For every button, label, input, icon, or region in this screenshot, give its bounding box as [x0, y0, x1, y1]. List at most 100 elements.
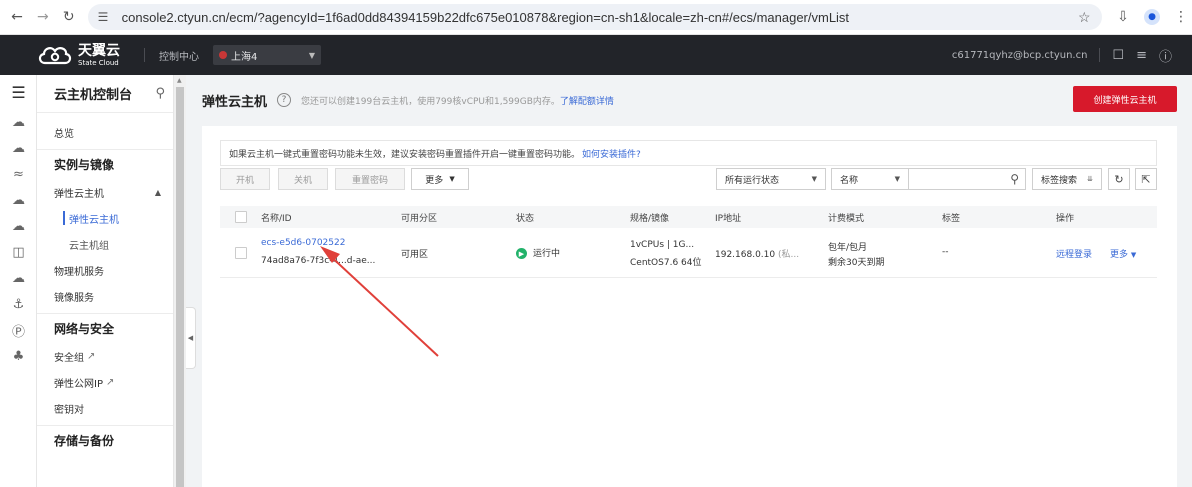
download-icon[interactable]: ⇩ [1112, 6, 1134, 28]
tag-search-button[interactable]: 标签搜索 ⇊ [1032, 168, 1102, 190]
reset-password-button[interactable]: 重置密码 [335, 168, 405, 190]
app-topbar: 天翼云 State Cloud 控制中心 上海4 ▼ c61771qyhz@bc… [0, 35, 1192, 75]
column-header-status: 状态 [516, 213, 535, 224]
region-label: 上海4 [231, 51, 258, 63]
monitor-chart-icon[interactable]: ≈ [0, 161, 37, 187]
cloud-network-icon[interactable]: ☁ [0, 187, 37, 213]
search-field-value: 名称 [840, 175, 859, 186]
logo-text-en: State Cloud [78, 58, 119, 67]
sidebar-item-keypair[interactable]: 密钥对 [37, 395, 173, 421]
sidebar-item-server-group[interactable]: 云主机组 [37, 231, 173, 257]
sidebar-item-bms[interactable]: 物理机服务 [37, 257, 173, 283]
back-icon[interactable]: ← [6, 6, 28, 28]
help-circle-icon[interactable]: ? [277, 93, 292, 107]
cloud-disk-icon[interactable]: ☁ [0, 135, 37, 161]
url-text: console2.ctyun.cn/ecm/?agencyId=1f6ad0dd… [121, 9, 850, 25]
region-location-icon [219, 51, 227, 59]
forward-icon[interactable]: → [32, 6, 54, 28]
instance-ip: 192.168.0.10 (私... [715, 247, 799, 260]
status-filter-select[interactable]: 所有运行状态 ▼ [716, 168, 826, 190]
status-filter-value: 所有运行状态 [725, 175, 780, 186]
sidebar-scrollbar[interactable]: ▲ [174, 75, 186, 487]
bookmark-star-icon[interactable]: ☆ [1078, 9, 1102, 26]
ip-icon[interactable]: Ⓟ [0, 317, 37, 343]
search-icon[interactable]: ⚲ [155, 86, 165, 101]
column-header-spec: 规格/镜像 [630, 213, 670, 224]
site-settings-icon[interactable]: ☰ [98, 10, 116, 24]
divider [144, 48, 145, 62]
install-plugin-link[interactable]: 如何安装插件? [582, 147, 641, 160]
sidebar-item-label: 弹性云主机 [54, 188, 104, 200]
instance-id: 74ad8a76-7f3c-4...d-ae... [261, 256, 376, 266]
export-icon: ⇱ [1141, 172, 1151, 186]
search-icon[interactable]: ⚲ [1010, 172, 1019, 186]
remote-login-link[interactable]: 远程登录 [1056, 247, 1092, 260]
anchor-icon[interactable]: ⚓ [0, 291, 37, 317]
quota-detail-link[interactable]: 了解配额详情 [560, 97, 614, 107]
quota-note-text: 您还可以创建199台云主机，使用799核vCPU和1,599GB内存。 [301, 96, 560, 107]
page-title: 弹性云主机 [202, 94, 268, 110]
cloud-server-icon[interactable]: ☁ [0, 109, 37, 135]
menu-hamburger-icon[interactable]: ☰ [0, 75, 37, 109]
document-icon[interactable]: ◫ [0, 239, 37, 265]
row-more-label: 更多 [1110, 250, 1129, 260]
instance-name-link[interactable]: ecs-e5d6-0702522 [261, 238, 345, 248]
search-input[interactable]: ⚲ [908, 168, 1026, 190]
profile-avatar-icon[interactable]: ● [1144, 9, 1160, 25]
instance-list-panel: 如果云主机一键式重置密码功能未生效，建议安装密码重置插件开启一键重置密码功能。如… [202, 126, 1177, 487]
sidebar-collapse-toggle[interactable]: ◀ [186, 307, 196, 369]
console-center-link[interactable]: 控制中心 [159, 48, 199, 63]
sidebar-group-network: 网络与安全 [37, 313, 173, 343]
cloud-backup-icon[interactable]: ☁ [0, 265, 37, 291]
sidebar-item-ecs-list[interactable]: 弹性云主机 [37, 205, 173, 231]
row-more-actions[interactable]: 更多 ▼ [1110, 247, 1136, 260]
start-button[interactable]: 开机 [220, 168, 270, 190]
sidebar-item-overview[interactable]: 总览 [37, 119, 173, 145]
browser-menu-icon[interactable]: ⋮ [1170, 6, 1192, 28]
running-status-icon: ▶ [516, 248, 527, 259]
double-chevron-down-icon: ⇊ [1087, 175, 1093, 183]
account-name[interactable]: c61771qyhz@bcp.ctyun.cn [952, 50, 1088, 61]
sidebar-item-eip[interactable]: 弹性公网IP ↗ [37, 369, 173, 395]
chevron-down-icon: ▼ [894, 175, 900, 183]
settings-sliders-icon[interactable]: ≡ [1136, 48, 1147, 63]
refresh-button[interactable]: ↻ [1108, 168, 1130, 190]
instance-spec: 1vCPUs | 1G... [630, 240, 695, 250]
browser-toolbar: ← → ↻ ☰ console2.ctyun.cn/ecm/?agencyId=… [0, 0, 1192, 35]
sidebar-item-ecs[interactable]: 弹性云主机 ▲ [37, 179, 173, 205]
export-button[interactable]: ⇱ [1135, 168, 1157, 190]
create-ecs-button[interactable]: 创建弹性云主机 [1073, 86, 1177, 112]
scrollbar-thumb[interactable] [176, 87, 184, 487]
column-header-tags: 标签 [942, 213, 961, 224]
sidebar-item-security-group[interactable]: 安全组 ↗ [37, 343, 173, 369]
sidebar-item-label: 弹性公网IP [54, 378, 103, 390]
stop-button[interactable]: 关机 [278, 168, 328, 190]
sidebar-title-text: 云主机控制台 [54, 88, 133, 103]
reload-icon[interactable]: ↻ [58, 6, 80, 28]
message-icon[interactable]: ☐ [1112, 48, 1124, 63]
select-all-checkbox[interactable] [235, 211, 247, 223]
instance-ip-type: (私... [778, 250, 800, 260]
sidebar-item-image[interactable]: 镜像服务 [37, 283, 173, 309]
cluster-icon[interactable]: ♣ [0, 343, 37, 369]
help-icon[interactable]: ⓘ [1159, 46, 1172, 65]
cloud-storage-icon[interactable]: ☁ [0, 213, 37, 239]
page-header: 弹性云主机 ? 您还可以创建199台云主机，使用799核vCPU和1,599GB… [202, 85, 614, 115]
refresh-icon: ↻ [1114, 172, 1124, 186]
sidebar-item-label: 安全组 [54, 352, 84, 364]
more-actions-button[interactable]: 更多 ▼ [411, 168, 469, 190]
table-header: 名称/ID 可用分区 状态 规格/镜像 IP地址 计费模式 标签 操作 [220, 206, 1157, 228]
instance-status-text: 运行中 [533, 249, 561, 259]
ctyun-logo[interactable]: 天翼云 State Cloud [36, 43, 120, 67]
region-select[interactable]: 上海4 ▼ [213, 45, 321, 65]
cloud-logo-icon [38, 47, 72, 65]
logo-text-cn: 天翼云 [78, 42, 120, 59]
chevron-down-icon: ▼ [1130, 251, 1137, 259]
row-checkbox[interactable] [235, 247, 247, 259]
search-field-select[interactable]: 名称 ▼ [831, 168, 909, 190]
instance-expiry: 剩余30天到期 [828, 258, 885, 268]
address-bar[interactable]: ☰ console2.ctyun.cn/ecm/?agencyId=1f6ad0… [87, 4, 1102, 30]
chevron-up-icon: ▲ [154, 187, 161, 197]
column-header-name[interactable]: 名称/ID [261, 211, 292, 224]
scroll-up-icon[interactable]: ▲ [177, 77, 182, 84]
